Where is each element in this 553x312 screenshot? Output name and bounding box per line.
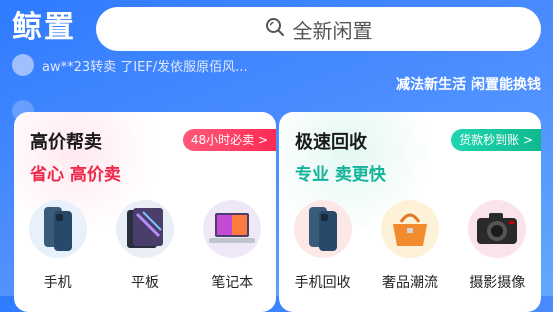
phone-icon: [28, 200, 87, 258]
sell-help-card[interactable]: 高价帮卖 48小时必卖 > 省心 高价卖 手机 平板 笔记本: [14, 112, 276, 312]
activity-ticker: aw**23转卖 了IEF/发依服原佰风...: [12, 54, 342, 76]
category-laptop[interactable]: 笔记本: [192, 200, 272, 292]
app-logo[interactable]: 鲸置: [12, 10, 82, 46]
category-label: 手机: [43, 275, 72, 291]
ticker-text: aw**23转卖 了IEF/发依服原佰风...: [42, 59, 248, 75]
category-label: 奢品潮流: [381, 275, 438, 291]
search-placeholder: 全新闲置: [292, 18, 373, 43]
category-luxury[interactable]: 奢品潮流: [370, 200, 450, 292]
category-label: 手机回收: [294, 275, 351, 291]
card-title: 极速回收: [295, 132, 367, 153]
tablet-icon: [115, 200, 174, 258]
laptop-icon: [203, 200, 262, 258]
search-icon: [265, 17, 285, 42]
category-label: 平板: [130, 275, 159, 291]
category-phone-recycle[interactable]: 手机回收: [283, 200, 363, 292]
phone-icon: [293, 200, 352, 258]
avatar: [12, 54, 34, 76]
card-subtitle: 专业 卖更快: [295, 165, 386, 185]
slogan: 减法新生活 闲置能换钱: [396, 77, 541, 93]
category-label: 笔记本: [211, 275, 254, 291]
fast-recycle-card[interactable]: 极速回收 货款秒到账 > 专业 卖更快 手机回收 奢品潮流 摄影摄像: [279, 112, 541, 312]
promo-badge[interactable]: 货款秒到账 >: [451, 129, 541, 151]
category-camera[interactable]: 摄影摄像: [457, 200, 537, 292]
card-subtitle: 省心 高价卖: [30, 165, 121, 185]
promo-badge[interactable]: 48小时必卖 >: [182, 129, 276, 151]
category-label: 摄影摄像: [469, 275, 526, 291]
category-phone[interactable]: 手机: [18, 200, 98, 292]
category-tablet[interactable]: 平板: [105, 200, 185, 292]
header: 鲸置 全新闲置 aw**23转卖 了IEF/发依服原佰风... ... 减法新生…: [0, 0, 553, 122]
search-bar[interactable]: 全新闲置: [96, 7, 541, 51]
camera-icon: [468, 200, 527, 258]
card-title: 高价帮卖: [30, 132, 102, 153]
handbag-icon: [380, 200, 439, 258]
